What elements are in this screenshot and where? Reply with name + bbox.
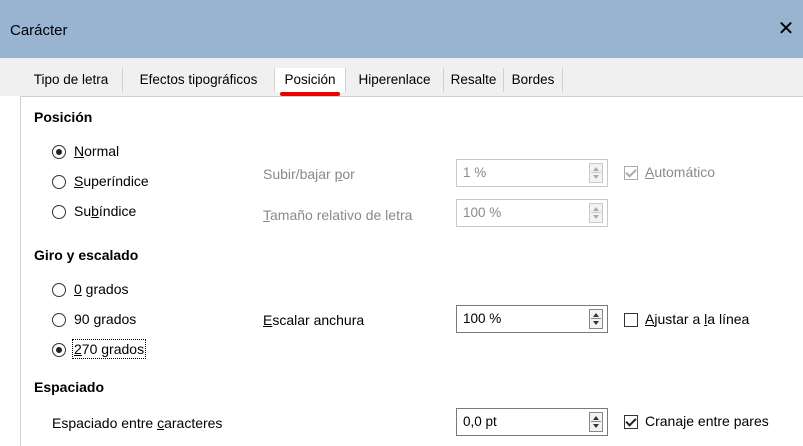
scale-width-value[interactable]: 100 % (463, 311, 501, 326)
raise-lower-spinbox: 1 % (456, 159, 608, 187)
raise-lower-label: Subir/bajar por (263, 166, 355, 182)
radio-270-grados[interactable] (52, 343, 66, 357)
tab-tipo-de-letra[interactable]: Tipo de letra (20, 68, 123, 92)
radio-superindice[interactable] (52, 175, 66, 189)
relative-size-spinbox: 100 % (456, 199, 608, 227)
char-spacing-spinbox[interactable]: 0,0 pt (456, 408, 608, 436)
radio-superindice-label[interactable]: Superíndice (74, 173, 149, 189)
char-spacing-value[interactable]: 0,0 pt (463, 414, 497, 429)
section-heading-rotation: Giro y escalado (34, 247, 139, 263)
radio-normal[interactable] (52, 145, 66, 159)
tab-resalte[interactable]: Resalte (444, 68, 504, 92)
radio-0-grados-label[interactable]: 0 grados (74, 281, 129, 297)
tab-bordes[interactable]: Bordes (504, 68, 563, 92)
auto-label: Automático (645, 164, 716, 180)
tab-posicion[interactable]: Posición (275, 68, 346, 92)
char-spacing-label: Espaciado entre caracteres (52, 415, 223, 431)
tab-panel-posicion (20, 96, 803, 446)
radio-270-grados-label[interactable]: 270 grados (71, 339, 147, 359)
radio-normal-label[interactable]: Normal (74, 143, 119, 159)
dialog-title: Carácter (10, 22, 68, 39)
section-heading-spacing: Espaciado (34, 379, 105, 395)
relative-size-label: Tamaño relativo de letra (263, 207, 413, 223)
scale-width-spinbox[interactable]: 100 % (456, 305, 608, 333)
kerning-checkbox[interactable] (624, 415, 638, 429)
tab-hiperenlace[interactable]: Hiperenlace (346, 68, 444, 92)
fit-to-line-checkbox[interactable] (624, 313, 638, 327)
dialog-titlebar: Carácter ✕ (0, 0, 803, 58)
close-icon[interactable]: ✕ (771, 14, 801, 44)
radio-90-grados-label[interactable]: 90 grados (74, 311, 136, 327)
kerning-label[interactable]: Cranaje entre pares (645, 413, 769, 429)
spin-arrows-icon (589, 163, 603, 183)
radio-90-grados[interactable] (52, 313, 66, 327)
raise-lower-value: 1 % (463, 165, 487, 180)
fit-to-line-label[interactable]: Ajustar a la línea (645, 311, 749, 327)
spin-arrows-icon[interactable] (589, 309, 603, 329)
section-heading-position: Posición (34, 109, 93, 125)
tab-efectos-tipograficos[interactable]: Efectos tipográficos (123, 68, 275, 92)
radio-subindice[interactable] (52, 205, 66, 219)
scale-width-label: Escalar anchura (263, 312, 365, 328)
spin-arrows-icon[interactable] (589, 412, 603, 432)
relative-size-value: 100 % (463, 205, 502, 220)
radio-0-grados[interactable] (52, 283, 66, 297)
auto-checkbox (624, 166, 638, 180)
radio-subindice-label[interactable]: Subíndice (74, 203, 136, 219)
spin-arrows-icon (589, 203, 603, 223)
